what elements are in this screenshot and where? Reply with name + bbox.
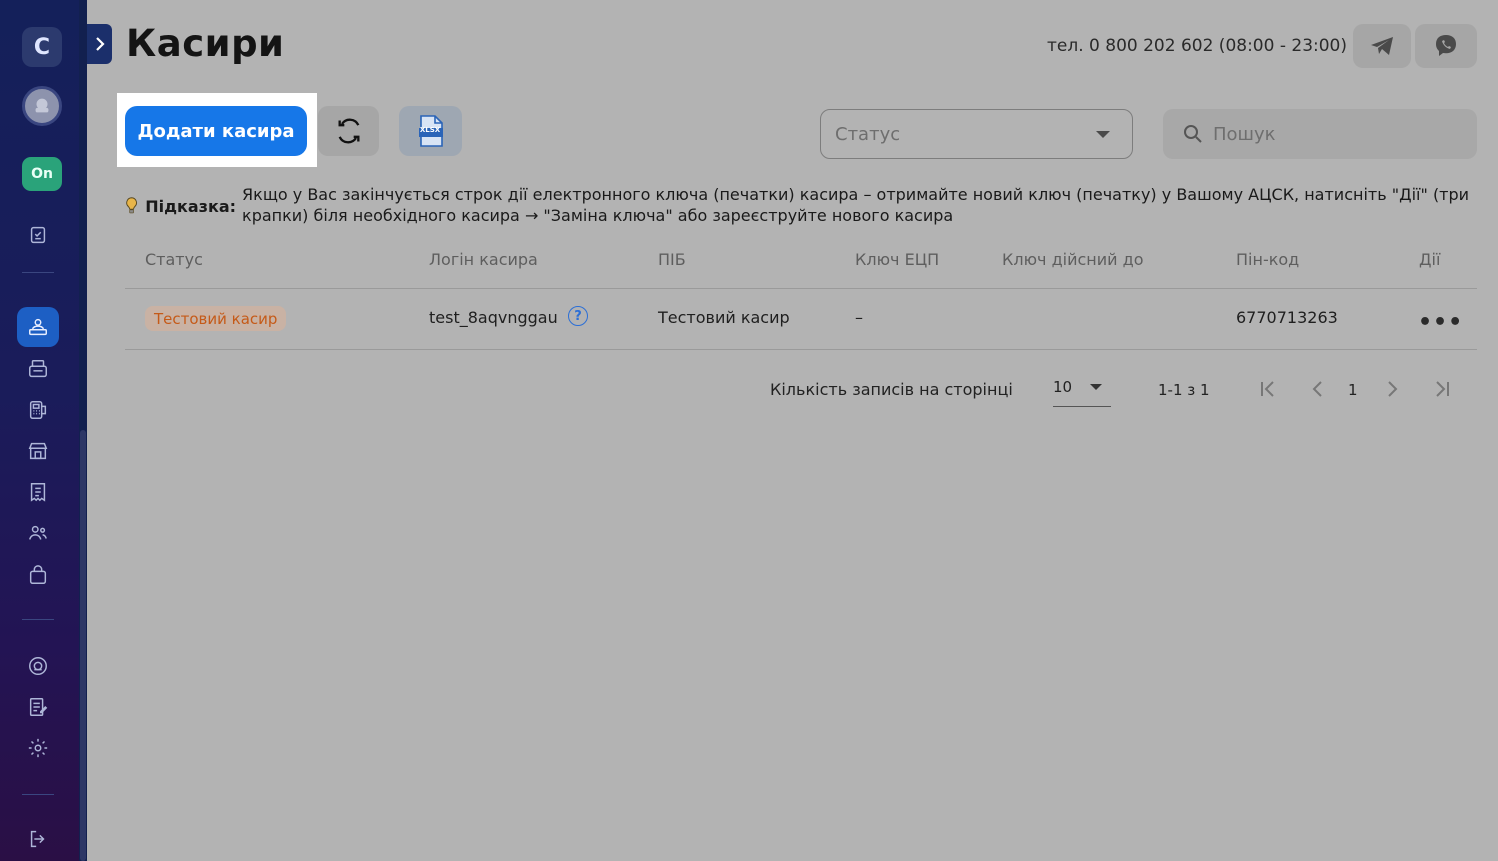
current-page[interactable]: 1 — [1348, 381, 1358, 399]
table-divider — [125, 349, 1477, 350]
sidebar-item-users[interactable] — [17, 512, 59, 554]
sidebar-divider — [22, 272, 54, 273]
app-logo[interactable]: C — [22, 27, 62, 67]
logout-icon — [30, 830, 45, 848]
bag-icon — [29, 565, 47, 584]
status-badge: Тестовий касир — [145, 306, 287, 331]
sidebar-scrollbar[interactable] — [79, 0, 87, 861]
rows-per-page-value: 10 — [1053, 378, 1073, 396]
column-header-pin[interactable]: Пін-код — [1236, 250, 1299, 269]
rows-per-page-label: Кількість записів на сторінці — [770, 380, 1013, 399]
online-status-label: On — [31, 166, 53, 182]
sidebar-item-documents[interactable] — [17, 686, 59, 728]
page-title: Касири — [126, 22, 285, 65]
hint-block: Підказка: Якщо у Вас закінчується строк … — [124, 184, 1474, 226]
users-icon — [29, 525, 47, 540]
status-filter-placeholder: Статус — [835, 123, 901, 145]
refresh-icon — [338, 118, 359, 144]
column-header-valid-until[interactable]: Ключ дійсний до — [1002, 250, 1144, 269]
table-divider — [125, 288, 1477, 289]
support-phone: тел. 0 800 202 602 (08:00 - 23:00) — [1047, 36, 1347, 56]
help-icon[interactable]: ? — [568, 306, 588, 326]
hint-label: Підказка: — [145, 197, 237, 216]
logo-letter: C — [33, 34, 51, 60]
sidebar-item-products[interactable] — [17, 554, 59, 596]
last-page-button[interactable] — [1429, 377, 1455, 401]
hint-text: Якщо у Вас закінчується строк дії електр… — [242, 185, 1470, 225]
search-icon — [1184, 125, 1202, 143]
column-header-actions: Дії — [1419, 250, 1441, 269]
scrollbar-thumb[interactable] — [80, 430, 86, 861]
sidebar-item-cash-registers[interactable] — [17, 348, 59, 390]
last-page-icon — [1436, 381, 1449, 397]
search-input[interactable] — [1213, 123, 1453, 145]
lightbulb-icon — [126, 197, 137, 214]
column-header-name[interactable]: ПІБ — [658, 250, 686, 269]
caret-down-icon — [1090, 384, 1102, 390]
sidebar-item-support[interactable] — [17, 645, 59, 687]
store-icon — [28, 442, 48, 460]
pos-terminal-icon — [29, 401, 47, 419]
row-actions-button[interactable]: ••• — [1418, 310, 1463, 335]
document-edit-icon — [29, 698, 48, 716]
first-page-button[interactable] — [1255, 377, 1281, 401]
sidebar-item-pos-terminals[interactable] — [17, 389, 59, 431]
support-icon — [29, 657, 47, 675]
refresh-button[interactable] — [318, 106, 379, 156]
cashiers-icon — [29, 318, 47, 336]
avatar[interactable] — [22, 86, 62, 126]
viber-icon — [1436, 35, 1456, 56]
cashier-pin: 6770713263 — [1236, 308, 1338, 327]
sidebar-item-cashiers[interactable] — [17, 307, 59, 347]
pagination-range: 1-1 з 1 — [1158, 381, 1210, 399]
online-status-badge[interactable]: On — [22, 157, 62, 191]
column-header-key[interactable]: Ключ ЕЦП — [855, 250, 939, 269]
sidebar-item-receipts[interactable] — [17, 471, 59, 513]
next-page-button[interactable] — [1379, 377, 1405, 401]
cashier-key: – — [855, 308, 863, 327]
search-box[interactable] — [1163, 109, 1477, 159]
viber-button[interactable] — [1415, 24, 1477, 68]
gear-icon — [28, 738, 48, 758]
prev-page-button[interactable] — [1305, 377, 1331, 401]
first-page-icon — [1261, 381, 1274, 397]
cashier-login: test_8aqvnggau — [429, 308, 558, 327]
printer-icon — [29, 360, 47, 378]
chevron-right-icon — [1388, 381, 1398, 397]
column-header-status[interactable]: Статус — [145, 250, 203, 269]
sidebar-item-settings[interactable] — [17, 727, 59, 769]
cashier-name: Тестовий касир — [658, 308, 790, 327]
telegram-icon — [1371, 37, 1393, 55]
sidebar-toggle-button[interactable] — [87, 24, 112, 64]
receipt-icon — [30, 483, 46, 502]
sidebar-divider — [22, 794, 54, 795]
add-cashier-button[interactable]: Додати касира — [125, 106, 307, 156]
chevron-right-icon — [95, 37, 105, 51]
chevron-left-icon — [1312, 381, 1322, 397]
sidebar-divider — [22, 619, 54, 620]
sidebar-item-reports[interactable] — [17, 214, 59, 256]
xlsx-icon-label: XLSX — [419, 126, 441, 134]
sidebar: C On — [0, 0, 79, 861]
sidebar-item-logout[interactable] — [17, 818, 59, 860]
status-filter-select[interactable]: Статус — [820, 109, 1133, 159]
caret-down-icon — [1096, 131, 1110, 138]
user-avatar-icon — [35, 98, 49, 113]
sidebar-item-stores[interactable] — [17, 430, 59, 472]
telegram-button[interactable] — [1353, 24, 1411, 68]
rows-per-page-select[interactable]: 10 — [1053, 374, 1111, 407]
clipboard-check-icon — [30, 226, 46, 244]
column-header-login[interactable]: Логін касира — [429, 250, 538, 269]
